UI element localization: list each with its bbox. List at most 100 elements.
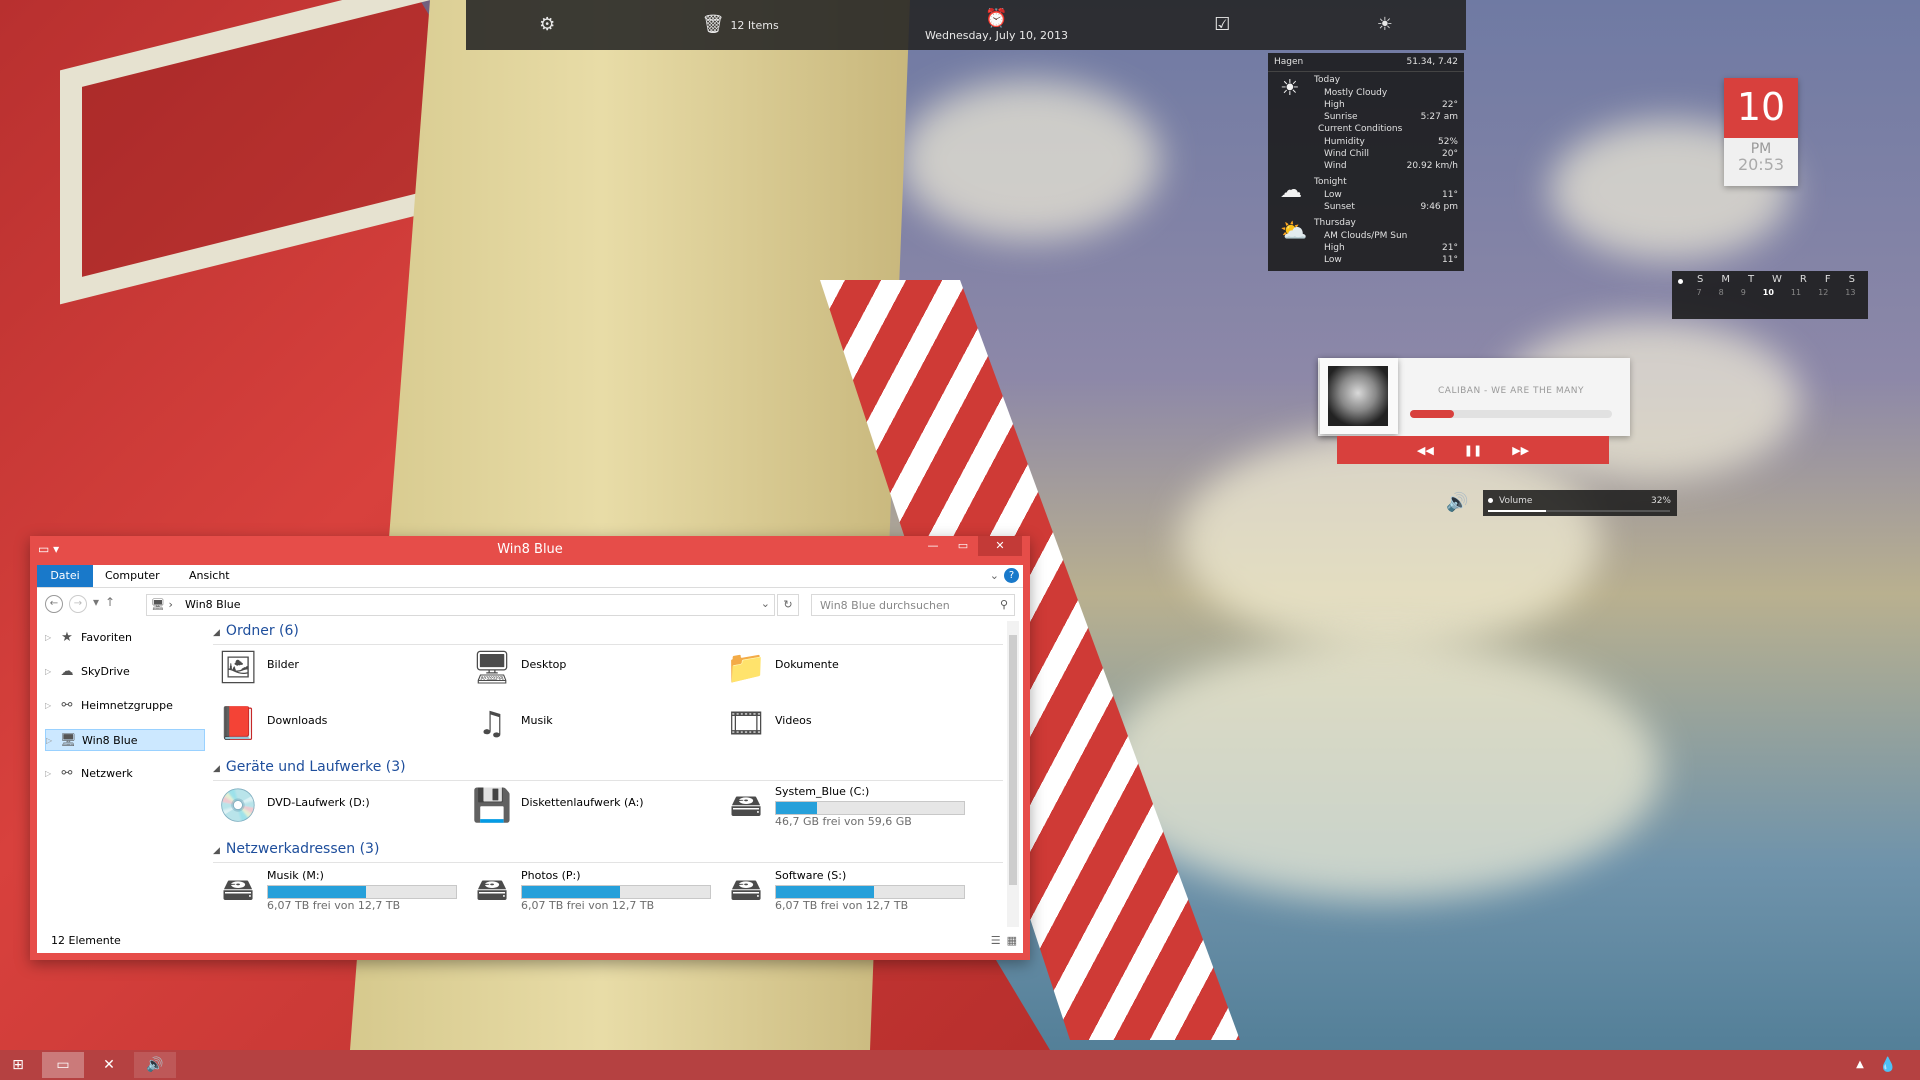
previous-icon[interactable]: ◀◀	[1417, 444, 1434, 457]
tab-computer[interactable]: Computer	[105, 569, 160, 582]
low-label: Low	[1324, 190, 1342, 200]
minimize-button[interactable]: —	[918, 536, 948, 556]
group-ordner[interactable]: ◢ Ordner (6)	[213, 623, 1003, 645]
details-view-icon[interactable]: ☰	[991, 934, 1001, 947]
nav-item-heimnetzgruppe[interactable]: ▷ ⚯ Heimnetzgruppe	[45, 695, 203, 715]
netdrive-musik[interactable]: 🖴 Musik (M:) 6,07 TB frei von 12,7 TB	[213, 865, 463, 913]
volume-value: 32%	[1650, 496, 1671, 506]
settings-button[interactable]: ⚙	[539, 15, 555, 35]
network-drive-icon: 🖴	[729, 870, 763, 908]
folder-downloads[interactable]: 📕 Downloads	[213, 699, 463, 747]
clock-widget: 10 PM 20:53	[1724, 78, 1798, 186]
taskbar-tools[interactable]: ✕	[88, 1052, 130, 1078]
weather-button[interactable]: ☀	[1377, 15, 1393, 35]
calendar-day[interactable]: 9	[1741, 288, 1746, 297]
group-geraete[interactable]: ◢ Geräte und Laufwerke (3)	[213, 759, 1003, 781]
group-netzwerkadressen[interactable]: ◢ Netzwerkadressen (3)	[213, 841, 1003, 863]
nav-item-favoriten[interactable]: ▷ ★ Favoriten	[45, 627, 203, 647]
computer-icon: 🖥	[60, 732, 77, 748]
track-progress[interactable]	[1410, 410, 1612, 418]
netdrive-photos[interactable]: 🖴 Photos (P:) 6,07 TB frei von 12,7 TB	[467, 865, 717, 913]
tab-ansicht[interactable]: Ansicht	[189, 569, 230, 582]
maximize-button[interactable]: ▭	[948, 536, 978, 556]
system-capacity-bar	[775, 801, 965, 815]
player-controls: ◀◀ ❚❚ ▶▶	[1337, 436, 1609, 464]
network-icon: ⚯	[61, 765, 73, 781]
tab-datei[interactable]: Datei	[37, 565, 93, 587]
weather-location: Hagen	[1274, 57, 1304, 67]
nav-item-skydrive[interactable]: ▷ ☁ SkyDrive	[45, 661, 203, 681]
help-icon[interactable]: ?	[1004, 568, 1019, 583]
folder-musik[interactable]: ♫ Musik	[467, 699, 717, 747]
next-icon[interactable]: ▶▶	[1512, 444, 1529, 457]
recycle-bin-icon: 🗑	[701, 14, 725, 35]
tiles-view-icon[interactable]: ▦	[1007, 934, 1017, 947]
calendar-day[interactable]: 13	[1845, 288, 1855, 297]
explorer-window: ▭ ▾ Win8 Blue — ▭ ✕ Datei Computer Ansic…	[30, 536, 1030, 960]
pause-icon[interactable]: ❚❚	[1464, 444, 1482, 457]
windchill-label: Wind Chill	[1324, 149, 1369, 159]
address-bar[interactable]: 🖥 › Win8 Blue ⌄	[146, 594, 775, 616]
weather-widget: Hagen 51.34, 7.42 ☀ Today Mostly Cloudy …	[1268, 53, 1464, 271]
tasks-button[interactable]: ☑	[1214, 15, 1230, 35]
calendar-weekday: R	[1799, 274, 1807, 285]
calendar-day[interactable]: 7	[1697, 288, 1702, 297]
partly-sunny-icon: ⛅	[1280, 219, 1308, 244]
folder-dokumente[interactable]: 📁 Dokumente	[721, 643, 971, 691]
calendar-day[interactable]: 12	[1818, 288, 1828, 297]
forward-icon[interactable]: →	[69, 595, 87, 613]
tonight-label: Tonight	[1314, 177, 1347, 187]
nav-item-netzwerk[interactable]: ▷ ⚯ Netzwerk	[45, 763, 203, 783]
thursday-low-value: 11°	[1442, 255, 1458, 265]
calendar-dot	[1678, 279, 1683, 284]
refresh-icon[interactable]: ↻	[777, 594, 799, 616]
weather-coords: 51.34, 7.42	[1406, 57, 1458, 67]
sunrise-value: 5:27 am	[1420, 112, 1458, 122]
vertical-scrollbar[interactable]	[1007, 621, 1019, 927]
calendar-days: 7 8 9 10 11 12 13	[1672, 285, 1868, 297]
tools-icon: ✕	[103, 1057, 115, 1073]
thursday-label: Thursday	[1314, 218, 1356, 228]
netdrive-software[interactable]: 🖴 Software (S:) 6,07 TB frei von 12,7 TB	[721, 865, 971, 913]
folder-videos[interactable]: 🎞 Videos	[721, 699, 971, 747]
navigation-pane: ▷ ★ Favoriten ▷ ☁ SkyDrive ▷ ⚯ Heimnetzgruppe …	[37, 621, 205, 927]
window-title: Win8 Blue	[497, 542, 563, 557]
close-button[interactable]: ✕	[978, 536, 1022, 556]
drive-dvd[interactable]: 💿 DVD-Laufwerk (D:)	[213, 781, 463, 829]
calendar-day[interactable]: 8	[1719, 288, 1724, 297]
folder-bilder[interactable]: 🖼 Bilder	[213, 643, 463, 691]
start-button[interactable]: ⊞	[0, 1052, 36, 1078]
nav-item-win8-blue[interactable]: ▷ 🖥 Win8 Blue	[45, 729, 205, 751]
volume-widget[interactable]: Volume 32%	[1483, 490, 1677, 516]
folder-desktop[interactable]: 🖥 Desktop	[467, 643, 717, 691]
tray-expand-icon[interactable]: ▲	[1848, 1052, 1872, 1078]
items-button[interactable]: 🗑 12 Items	[702, 15, 779, 35]
address-dropdown-icon[interactable]: ⌄	[761, 597, 770, 610]
calendar-day[interactable]: 11	[1791, 288, 1801, 297]
speaker-icon: 🔊	[146, 1057, 164, 1073]
sunset-value: 9:46 pm	[1420, 202, 1458, 212]
volume-slider[interactable]	[1488, 510, 1670, 512]
taskbar-volume[interactable]: 🔊	[134, 1052, 176, 1078]
volume-label: Volume	[1499, 496, 1533, 506]
calendar-day[interactable]: 10	[1763, 288, 1774, 297]
drive-system[interactable]: 🖴 System_Blue (C:) 46,7 GB frei von 59,6…	[721, 781, 971, 829]
thursday-condition: AM Clouds/PM Sun	[1324, 231, 1408, 241]
taskbar: ⊞ ▭ ✕ 🔊 ▲ 💧	[0, 1050, 1920, 1080]
date-label: Wednesday, July 10, 2013	[925, 28, 1068, 42]
calendar-weekday: M	[1721, 274, 1730, 285]
drive-floppy[interactable]: 💾 Diskettenlaufwerk (A:)	[467, 781, 717, 829]
pictures-icon: 🖼	[217, 648, 259, 686]
search-input[interactable]: Win8 Blue durchsuchen ⚲	[811, 594, 1015, 616]
search-placeholder: Win8 Blue durchsuchen	[820, 599, 950, 612]
recent-dropdown-icon[interactable]: ▾	[93, 595, 99, 613]
title-bar[interactable]: ▭ ▾ Win8 Blue — ▭ ✕	[30, 536, 1030, 564]
taskbar-explorer[interactable]: ▭	[42, 1052, 84, 1078]
search-icon: ⚲	[999, 598, 1008, 611]
cloud-icon: ☁	[60, 663, 74, 679]
speaker-icon[interactable]: 🔊	[1446, 492, 1468, 513]
ribbon-expand-icon[interactable]: ⌄	[990, 569, 999, 582]
back-icon[interactable]: ←	[45, 595, 63, 613]
up-icon[interactable]: ↑	[105, 595, 115, 613]
tray-drop-icon[interactable]: 💧	[1876, 1052, 1900, 1078]
